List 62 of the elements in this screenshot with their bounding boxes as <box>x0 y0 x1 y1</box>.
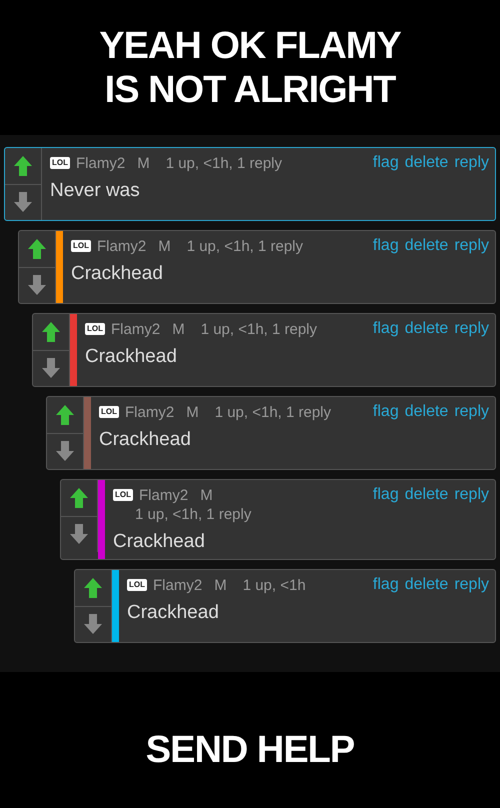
lol-badge-icon: LOL <box>85 323 105 335</box>
action-link[interactable]: reply <box>454 403 489 421</box>
author-name: Flamy2 <box>153 576 202 594</box>
action-link[interactable]: flag <box>372 237 399 255</box>
action-link[interactable]: flag <box>372 403 399 421</box>
action-link[interactable]: delete <box>404 154 448 172</box>
author-name: Flamy2 <box>76 154 126 172</box>
comment-meta: 1 up, <1h, 1 reply <box>166 154 282 172</box>
comment-text: Crackhead <box>85 345 178 368</box>
upvote-arrow-icon[interactable] <box>13 154 33 177</box>
action-link[interactable]: flag <box>372 486 399 504</box>
action-link[interactable]: reply <box>454 237 489 255</box>
author-tag-label: M <box>200 486 213 504</box>
comment-meta: 1 up, <1h, 1 reply <box>135 506 252 523</box>
downvote-arrow-icon[interactable] <box>55 440 75 462</box>
upvote-arrow-icon[interactable] <box>55 404 75 426</box>
lol-badge-icon: LOL <box>71 240 91 252</box>
downvote-arrow-icon[interactable] <box>13 191 33 214</box>
lol-badge-icon: LOL <box>99 406 119 418</box>
action-link[interactable]: reply <box>454 320 489 338</box>
upvote-arrow-icon[interactable] <box>41 320 61 343</box>
upvote-arrow-icon[interactable] <box>83 576 103 599</box>
action-link[interactable]: flag <box>372 320 399 338</box>
author-name: Flamy2 <box>139 486 188 504</box>
lol-badge-icon: LOL <box>113 489 133 501</box>
action-link[interactable]: delete <box>404 576 448 594</box>
top-caption: YEAH OK FLAMY IS NOT ALRIGHT <box>98 24 402 112</box>
comment-text: Never was <box>50 179 141 202</box>
comment-meta: 1 up, <1h, 1 reply <box>200 320 318 338</box>
action-link[interactable]: flag <box>372 576 399 594</box>
comment-meta: 1 up, <1h <box>242 576 306 594</box>
downvote-arrow-icon[interactable] <box>41 357 61 380</box>
author-name: Flamy2 <box>97 238 146 254</box>
upvote-arrow-icon[interactable] <box>69 486 89 509</box>
author-tag-label: M <box>158 238 171 254</box>
action-link[interactable]: delete <box>404 237 448 255</box>
author-tag-label: M <box>172 320 185 338</box>
author-name: Flamy2 <box>125 404 174 420</box>
bottom-caption: SEND HELP <box>146 728 354 772</box>
downvote-arrow-icon[interactable] <box>83 613 103 636</box>
action-link[interactable]: delete <box>404 486 448 504</box>
action-link[interactable]: reply <box>454 154 489 172</box>
downvote-arrow-icon[interactable] <box>27 274 47 296</box>
action-link[interactable]: delete <box>404 320 448 338</box>
comment-text: Crackhead <box>71 262 164 285</box>
action-link[interactable]: reply <box>454 486 489 504</box>
lol-badge-icon: LOL <box>50 157 70 169</box>
downvote-arrow-icon[interactable] <box>69 523 89 546</box>
author-tag-label: M <box>186 404 199 420</box>
action-link[interactable]: reply <box>454 576 489 594</box>
comment-text: Crackhead <box>99 428 192 451</box>
author-name: Flamy2 <box>111 320 160 338</box>
action-link[interactable]: flag <box>372 154 399 172</box>
comment-text: Crackhead <box>113 530 206 553</box>
upvote-arrow-icon[interactable] <box>27 238 47 260</box>
action-link[interactable]: delete <box>404 403 448 421</box>
comment-meta: 1 up, <1h, 1 reply <box>214 404 332 420</box>
author-tag-label: M <box>137 154 150 172</box>
comment-meta: 1 up, <1h, 1 reply <box>186 238 304 254</box>
lol-badge-icon: LOL <box>127 579 147 591</box>
author-tag-label: M <box>214 576 227 594</box>
comment-text: Crackhead <box>127 601 220 624</box>
